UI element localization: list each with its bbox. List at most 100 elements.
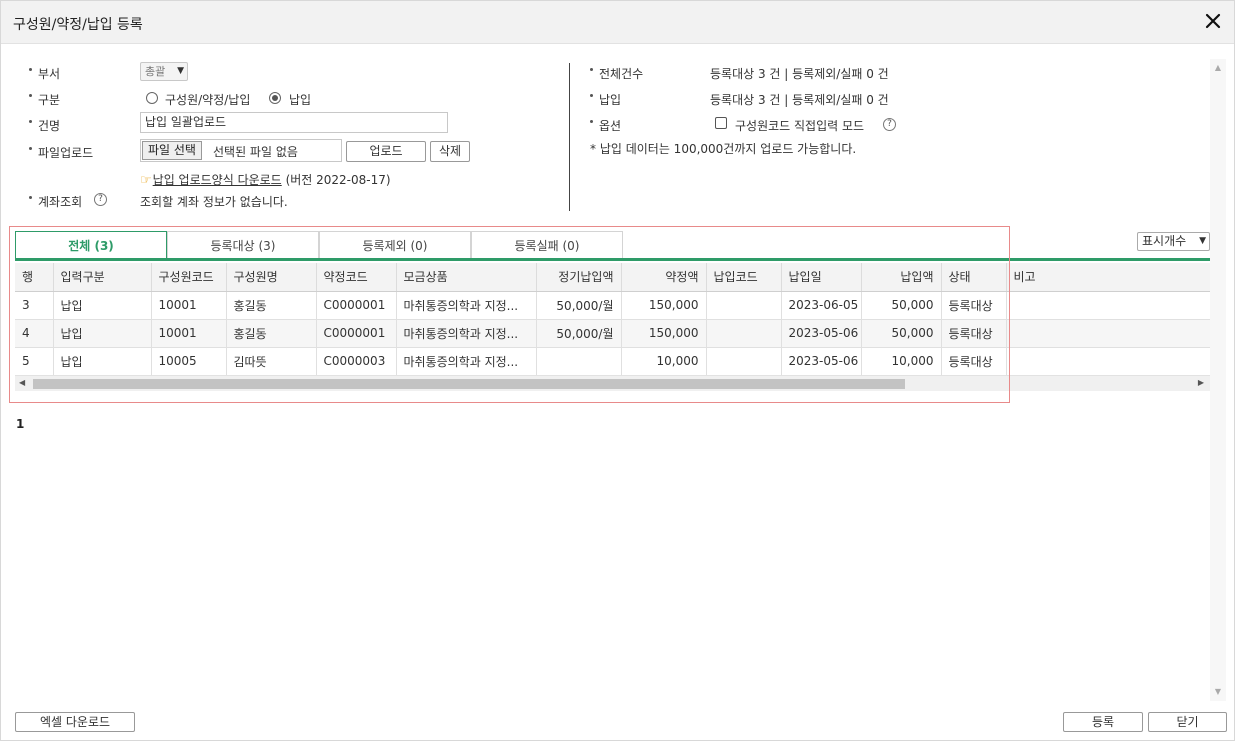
cell-row-no: 4 (15, 319, 54, 348)
cell-product: 마취통증의학과 지정... (396, 319, 537, 348)
col-header-payment-amount[interactable]: 납입액 (861, 263, 942, 292)
scroll-down-arrow-icon[interactable]: ▼ (1210, 685, 1226, 699)
cell-status: 등록대상 (941, 347, 1007, 375)
pointing-hand-icon: ☞ (140, 173, 152, 188)
cell-product: 마취통증의학과 지정... (396, 347, 537, 375)
scroll-left-arrow-icon[interactable]: ◀ (19, 378, 25, 387)
help-icon[interactable]: ? (883, 118, 896, 131)
scrollbar-thumb[interactable] (33, 379, 905, 389)
scroll-right-arrow-icon[interactable]: ▶ (1198, 378, 1204, 387)
table-row[interactable]: 4 납입 10001 홍길동 C0000001 마취통증의학과 지정... 50… (15, 319, 1210, 348)
chevron-down-icon: ▼ (177, 66, 184, 76)
tab-excluded[interactable]: 등록제외 (0) (319, 231, 471, 259)
cell-payment-code (706, 347, 782, 375)
cell-note (1006, 291, 1210, 320)
col-header-row-no[interactable]: 행 (15, 263, 54, 292)
payment-value: 등록대상 3 건 | 등록제외/실패 0 건 (710, 93, 889, 107)
cell-row-no: 3 (15, 291, 54, 320)
cell-member-code: 10001 (151, 291, 227, 320)
col-header-status[interactable]: 상태 (941, 263, 1007, 292)
cell-input-type: 납입 (53, 319, 152, 348)
cell-regular-amount: 50,000/월 (536, 291, 622, 320)
horizontal-scrollbar[interactable]: ◀ ▶ (15, 375, 1210, 391)
cell-input-type: 납입 (53, 291, 152, 320)
member-code-mode-label: 구성원코드 직접입력 모드 (735, 119, 865, 133)
vertical-scrollbar[interactable]: ▲ ▼ (1210, 59, 1226, 701)
option-label: 옵션 (590, 117, 621, 134)
cell-member-code: 10001 (151, 319, 227, 348)
type-radio-member[interactable] (146, 92, 158, 104)
upload-limit-note: * 납입 데이터는 100,000건까지 업로드 가능합니다. (590, 142, 857, 156)
cell-status: 등록대상 (941, 319, 1007, 348)
col-header-input-type[interactable]: 입력구분 (53, 263, 152, 292)
page-size-select[interactable]: 표시개수 ▼ (1137, 232, 1210, 251)
payment-label: 납입 (590, 91, 621, 108)
type-option-payment-label: 납입 (289, 93, 312, 107)
cell-pledge-amount: 150,000 (621, 291, 707, 320)
name-input[interactable]: 납입 일괄업로드 (140, 112, 448, 133)
scroll-up-arrow-icon[interactable]: ▲ (1210, 61, 1226, 75)
cell-pledge-code: C0000001 (316, 319, 397, 348)
tab-underline (15, 258, 1210, 261)
col-header-payment-code[interactable]: 납입코드 (706, 263, 782, 292)
tab-failed[interactable]: 등록실패 (0) (471, 231, 623, 259)
chevron-down-icon: ▼ (1199, 236, 1206, 246)
col-header-note[interactable]: 비고 (1006, 263, 1210, 292)
col-header-pledge-code[interactable]: 약정코드 (316, 263, 397, 292)
dept-label: 부서 (29, 65, 60, 82)
type-label: 구분 (29, 91, 60, 108)
file-none-text: 선택된 파일 없음 (213, 145, 298, 159)
cell-payment-code (706, 291, 782, 320)
file-pick-button[interactable]: 파일 선택 (142, 141, 202, 160)
upload-button[interactable]: 업로드 (346, 141, 426, 162)
cell-pledge-code: C0000001 (316, 291, 397, 320)
help-icon[interactable]: ? (94, 193, 107, 206)
cell-member-name: 홍길동 (226, 291, 317, 320)
type-option-member-label: 구성원/약정/납입 (165, 93, 251, 107)
col-header-member-name[interactable]: 구성원명 (226, 263, 317, 292)
table-row[interactable]: 5 납입 10005 김따뜻 C0000003 마취통증의학과 지정... 10… (15, 347, 1210, 375)
col-header-pledge-amount[interactable]: 약정액 (621, 263, 707, 292)
tab-all[interactable]: 전체 (3) (15, 231, 167, 259)
upload-dialog: 구성원/약정/납입 등록 ▲ ▼ 부서 총괄 ▼ 구분 구성원/약정/납입 납입 … (0, 0, 1235, 741)
cell-payment-date: 2023-05-06 (781, 319, 862, 348)
excel-download-button[interactable]: 엑셀 다운로드 (15, 712, 135, 732)
cell-member-name: 김따뜻 (226, 347, 317, 375)
cell-row-no: 5 (15, 347, 54, 375)
table-row[interactable]: 3 납입 10001 홍길동 C0000001 마취통증의학과 지정... 50… (15, 291, 1210, 320)
cell-regular-amount: 50,000/월 (536, 319, 622, 348)
data-grid: 행 입력구분 구성원코드 구성원명 약정코드 모금상품 정기납입액 약정액 납입… (15, 263, 1210, 375)
dept-select[interactable]: 총괄 ▼ (140, 62, 188, 81)
cell-pledge-amount: 10,000 (621, 347, 707, 375)
col-header-member-code[interactable]: 구성원코드 (151, 263, 227, 292)
cell-pledge-code: C0000003 (316, 347, 397, 375)
cell-payment-amount: 50,000 (861, 291, 942, 320)
cell-regular-amount (536, 347, 622, 375)
cell-payment-date: 2023-06-05 (781, 291, 862, 320)
name-label: 건명 (29, 117, 60, 134)
member-code-mode-checkbox[interactable] (715, 117, 727, 129)
total-label: 전체건수 (590, 65, 643, 82)
col-header-regular-amount[interactable]: 정기납입액 (536, 263, 622, 292)
cell-member-name: 홍길동 (226, 319, 317, 348)
col-header-product[interactable]: 모금상품 (396, 263, 537, 292)
total-value: 등록대상 3 건 | 등록제외/실패 0 건 (710, 67, 889, 81)
close-button[interactable]: 닫기 (1148, 712, 1227, 732)
cell-payment-code (706, 319, 782, 348)
delete-button[interactable]: 삭제 (430, 141, 470, 162)
cell-status: 등록대상 (941, 291, 1007, 320)
col-header-payment-date[interactable]: 납입일 (781, 263, 862, 292)
cell-input-type: 납입 (53, 347, 152, 375)
pager-current-page[interactable]: 1 (16, 417, 24, 431)
close-icon[interactable] (1202, 10, 1224, 32)
cell-member-code: 10005 (151, 347, 227, 375)
file-input[interactable]: 파일 선택 선택된 파일 없음 (140, 139, 342, 162)
dialog-titlebar: 구성원/약정/납입 등록 (1, 1, 1234, 44)
register-button[interactable]: 등록 (1063, 712, 1143, 732)
dialog-title: 구성원/약정/납입 등록 (13, 17, 143, 33)
template-download-link[interactable]: ☞납입 업로드양식 다운로드 (버전 2022-08-17) (140, 171, 391, 188)
cell-note (1006, 319, 1210, 348)
tab-target[interactable]: 등록대상 (3) (167, 231, 319, 259)
account-value: 조회할 계좌 정보가 없습니다. (140, 195, 288, 209)
type-radio-payment[interactable] (269, 92, 281, 104)
